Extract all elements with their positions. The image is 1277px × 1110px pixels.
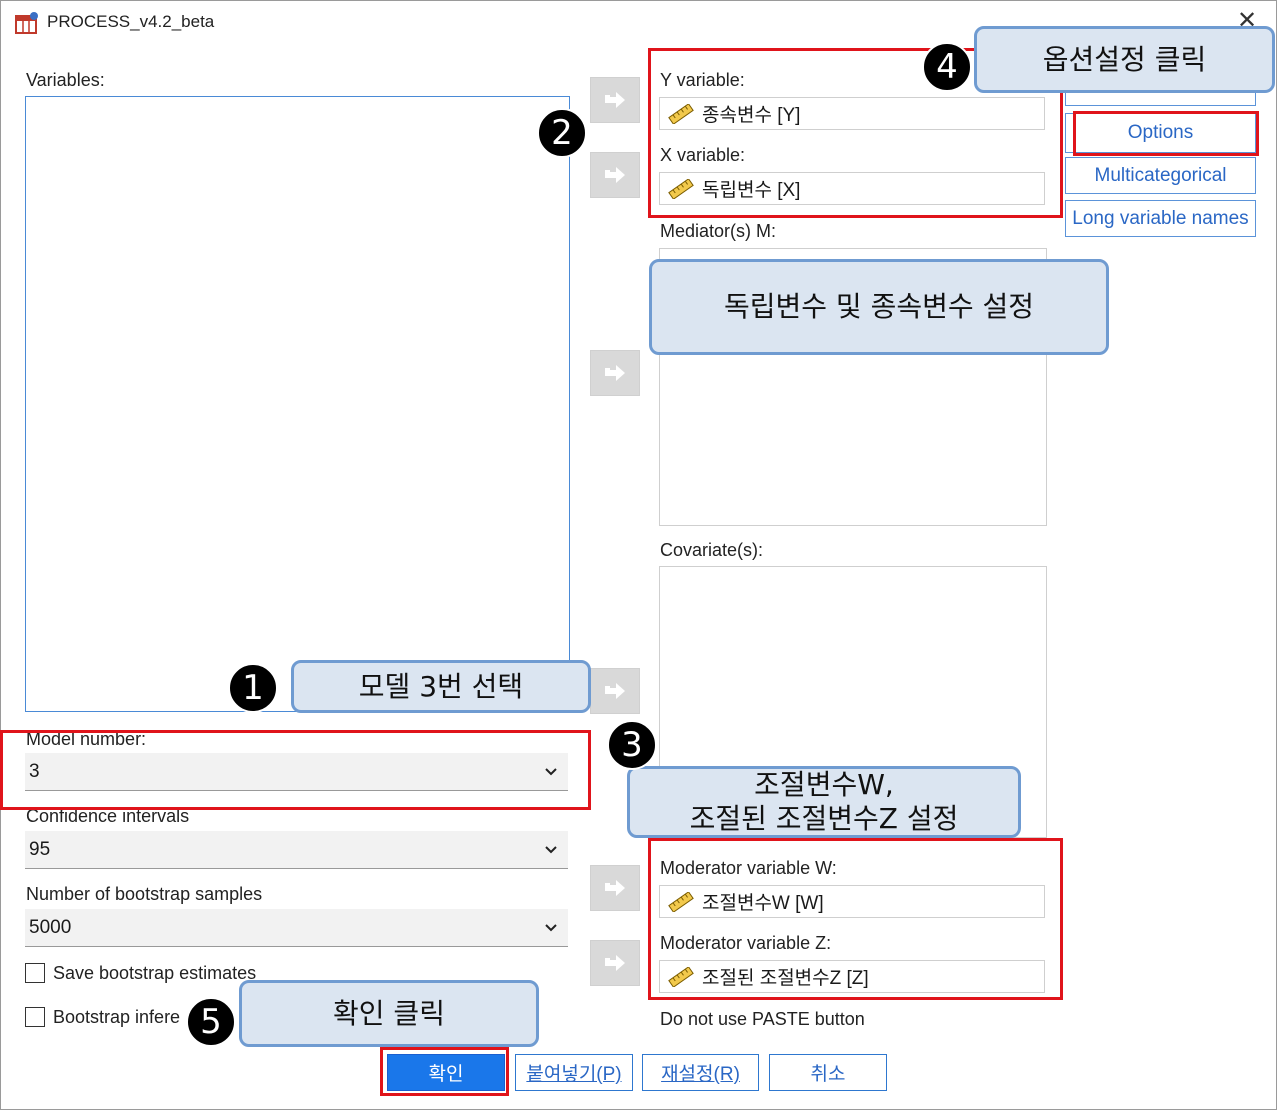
save-bootstrap-checkbox[interactable] <box>25 963 45 983</box>
bootstrap-samples-value: 5000 <box>29 916 72 938</box>
save-bootstrap-label: Save bootstrap estimates <box>53 963 257 983</box>
bootstrap-samples-label: Number of bootstrap samples <box>26 884 263 904</box>
bootstrap-samples-select[interactable]: 5000 <box>25 909 568 947</box>
chevron-down-icon <box>545 923 557 931</box>
highlight-ok <box>380 1047 509 1096</box>
bootstrap-inference-checkbox[interactable] <box>25 1007 45 1027</box>
move-covariate-arrow-button[interactable] <box>590 668 640 714</box>
move-x-arrow-button[interactable] <box>590 152 640 198</box>
callout-ok: 확인 클릭 <box>239 980 539 1047</box>
step-badge-1: 1 <box>228 663 278 713</box>
cancel-button[interactable]: 취소 <box>769 1054 887 1091</box>
arrow-right-icon <box>605 880 625 896</box>
paste-note: Do not use PASTE button <box>660 1009 865 1029</box>
variables-listbox[interactable] <box>25 96 570 712</box>
move-w-arrow-button[interactable] <box>590 865 640 911</box>
long-variable-names-button[interactable]: Long variable names <box>1065 200 1256 237</box>
callout-moderators: 조절변수W, 조절된 조절변수Z 설정 <box>627 766 1021 838</box>
callout-moderators-line1: 조절변수W, <box>754 768 894 802</box>
move-z-arrow-button[interactable] <box>590 940 640 986</box>
callout-options: 옵션설정 클릭 <box>974 26 1275 93</box>
callout-model: 모델 3번 선택 <box>291 660 591 713</box>
highlight-model-number <box>0 730 591 810</box>
paste-button[interactable]: 붙여넣기(P) <box>515 1054 633 1091</box>
arrow-right-icon <box>605 955 625 971</box>
multicategorical-button[interactable]: Multicategorical <box>1065 157 1256 194</box>
callout-xy-variables: 독립변수 및 종속변수 설정 <box>649 259 1109 355</box>
highlight-options <box>1073 111 1259 156</box>
arrow-right-icon <box>605 92 625 108</box>
step-badge-5: 5 <box>186 997 236 1047</box>
window-title: PROCESS_v4.2_beta <box>47 12 215 31</box>
callout-moderators-line2: 조절된 조절변수Z 설정 <box>689 802 959 835</box>
arrow-right-icon <box>605 683 625 699</box>
mediators-label: Mediator(s) M: <box>660 221 777 241</box>
arrow-right-icon <box>605 167 625 183</box>
step-badge-3: 3 <box>607 720 657 770</box>
bootstrap-inference-label: Bootstrap infere <box>53 1007 181 1027</box>
step-badge-4: 4 <box>922 42 972 92</box>
arrow-right-icon <box>605 365 625 381</box>
covariates-label: Covariate(s): <box>660 540 764 560</box>
app-icon <box>14 10 40 36</box>
move-y-arrow-button[interactable] <box>590 77 640 123</box>
move-mediator-arrow-button[interactable] <box>590 350 640 396</box>
confidence-intervals-select[interactable]: 95 <box>25 831 568 869</box>
highlight-moderators <box>648 838 1063 1000</box>
variables-label: Variables: <box>26 70 105 90</box>
step-badge-2: 2 <box>537 108 587 158</box>
reset-button[interactable]: 재설정(R) <box>642 1054 759 1091</box>
chevron-down-icon <box>545 845 557 853</box>
confidence-intervals-value: 95 <box>29 838 51 860</box>
